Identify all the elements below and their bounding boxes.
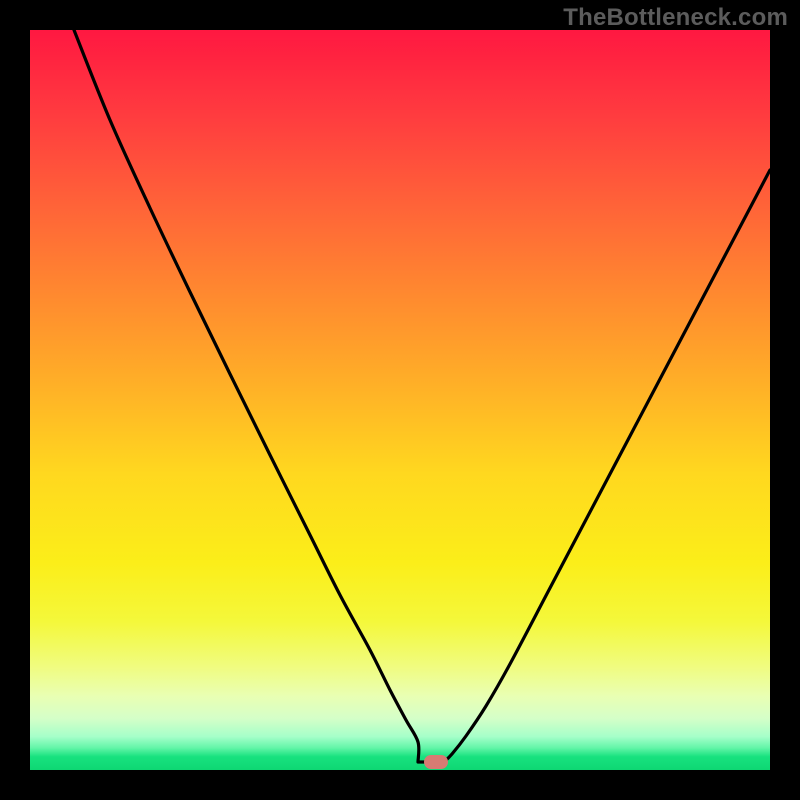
bottleneck-curve [74, 30, 770, 762]
chart-frame: TheBottleneck.com [0, 0, 800, 800]
optimum-marker [424, 755, 448, 769]
watermark-text: TheBottleneck.com [563, 4, 788, 32]
curve-svg [30, 30, 770, 770]
plot-area [30, 30, 770, 770]
